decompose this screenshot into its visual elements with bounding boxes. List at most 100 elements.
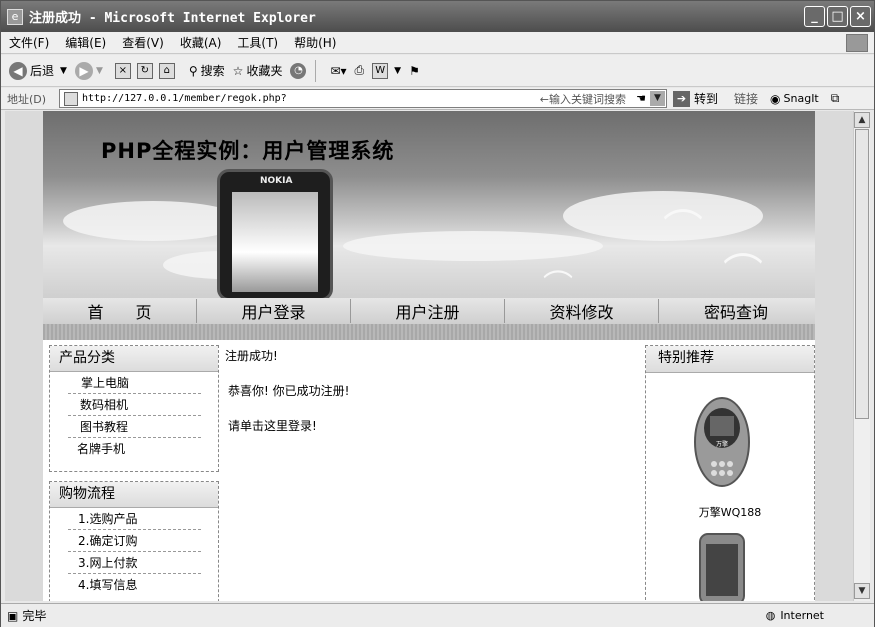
forward-arrow-icon: ▶ bbox=[74, 61, 93, 80]
login-prompt: 请单击这里登录! bbox=[228, 417, 645, 434]
nav-home[interactable]: 首 页 bbox=[43, 299, 197, 323]
nav-edit-profile[interactable]: 资料修改 bbox=[505, 299, 659, 323]
page-viewport: PHP全程实例：用户管理系统 NOKIA ⌒ ⌒ ⌒ 首 页 用户登录 用户注册… bbox=[5, 111, 853, 601]
nav-login[interactable]: 用户登录 bbox=[197, 299, 351, 323]
zone-label: Internet bbox=[780, 609, 824, 622]
register-success-heading: 注册成功! bbox=[225, 349, 278, 363]
site-title: PHP全程实例：用户管理系统 bbox=[101, 139, 395, 163]
close-button[interactable]: × bbox=[850, 6, 871, 27]
menu-file[interactable]: 文件(F) bbox=[1, 34, 57, 51]
category-item-camera[interactable]: 数码相机 bbox=[68, 394, 201, 416]
history-icon: ◔ bbox=[290, 62, 307, 79]
main-nav: 首 页 用户登录 用户注册 资料修改 密码查询 bbox=[43, 298, 815, 324]
forward-dropdown-icon[interactable]: ▼ bbox=[96, 66, 103, 76]
history-button[interactable]: ◔ bbox=[290, 62, 309, 79]
snagit-window-icon[interactable]: ⧉ bbox=[831, 91, 840, 106]
scroll-up-icon[interactable]: ▲ bbox=[854, 112, 870, 128]
shopping-flow-title: 购物流程 bbox=[50, 482, 218, 508]
page-done-icon: ▣ bbox=[7, 608, 19, 623]
flow-step-2[interactable]: 2.确定订购 bbox=[68, 530, 201, 552]
snagit-button[interactable]: SnagIt bbox=[784, 92, 819, 105]
refresh-icon[interactable]: ↻ bbox=[136, 62, 153, 79]
go-arrow-icon[interactable]: ➔ bbox=[673, 90, 690, 107]
keyword-search-hint: ←输入关键词搜索 bbox=[539, 92, 626, 106]
phone-brand: NOKIA bbox=[260, 176, 293, 186]
address-dropdown-icon[interactable]: ▼ bbox=[650, 91, 665, 106]
category-item-phones[interactable]: 名牌手机 bbox=[68, 438, 201, 460]
nav-register[interactable]: 用户注册 bbox=[351, 299, 505, 323]
recommend-panel: 特别推荐 万擎 万擎WQ188 bbox=[645, 345, 815, 601]
globe-icon: ◍ bbox=[765, 609, 776, 622]
category-panel: 产品分类 掌上电脑 数码相机 图书教程 名牌手机 bbox=[49, 345, 219, 472]
stop-icon[interactable]: × bbox=[114, 62, 131, 79]
maximize-button[interactable]: □ bbox=[827, 6, 848, 27]
scroll-down-icon[interactable]: ▼ bbox=[854, 583, 870, 599]
phone-screen bbox=[232, 192, 318, 292]
edit-button[interactable]: W ▼ bbox=[372, 62, 401, 79]
favorites-label: 收藏夹 bbox=[246, 64, 283, 78]
category-panel-title: 产品分类 bbox=[50, 346, 218, 372]
print-icon: ⎙ bbox=[354, 63, 365, 77]
address-url[interactable]: http://127.0.0.1/member/regok.php? bbox=[82, 93, 287, 104]
edit-dropdown-icon[interactable]: ▼ bbox=[394, 66, 401, 76]
main-content: 注册成功! 恭喜你! 你已成功注册! 请单击这里登录! bbox=[225, 347, 645, 452]
status-text: 完毕 bbox=[22, 609, 47, 623]
back-button[interactable]: ◀ 后退 ▼ bbox=[9, 61, 67, 80]
menu-view[interactable]: 查看(V) bbox=[114, 34, 172, 51]
star-icon: ☆ bbox=[232, 63, 244, 78]
back-arrow-icon: ◀ bbox=[9, 61, 27, 80]
mail-button[interactable]: ✉▾ bbox=[330, 64, 346, 78]
register-success-message: 恭喜你! 你已成功注册! bbox=[228, 384, 350, 398]
go-button[interactable]: 转到 bbox=[694, 90, 718, 107]
category-item-pda[interactable]: 掌上电脑 bbox=[68, 372, 201, 394]
nav-password-lookup[interactable]: 密码查询 bbox=[659, 299, 813, 323]
login-prompt-prefix: 请单击 bbox=[228, 419, 265, 433]
address-input[interactable]: http://127.0.0.1/member/regok.php? ←输入关键… bbox=[59, 89, 667, 108]
seagull-icon: ⌒ bbox=[723, 251, 763, 297]
security-zone: ◍ Internet bbox=[766, 609, 824, 622]
windows-logo-icon bbox=[846, 34, 868, 52]
print-button[interactable]: ⎙ bbox=[355, 63, 365, 78]
messenger-button[interactable]: ⚑ bbox=[409, 64, 420, 78]
menu-favorites[interactable]: 收藏(A) bbox=[172, 34, 230, 51]
vertical-scrollbar[interactable]: ▲ ▼ bbox=[853, 111, 870, 601]
product-name[interactable]: 万擎WQ188 bbox=[646, 504, 814, 520]
cloud-shape bbox=[63, 201, 243, 241]
search-button[interactable]: ⚲ 搜索 bbox=[189, 62, 225, 79]
address-bar: 地址(D) http://127.0.0.1/member/regok.php?… bbox=[1, 88, 874, 110]
menu-help[interactable]: 帮助(H) bbox=[286, 34, 344, 51]
window-title: 注册成功 - Microsoft Internet Explorer bbox=[29, 11, 316, 26]
second-product-image[interactable] bbox=[698, 532, 746, 601]
flow-step-3[interactable]: 3.网上付款 bbox=[68, 552, 201, 574]
login-here-link[interactable]: 这里 bbox=[264, 419, 288, 433]
word-icon: W bbox=[372, 62, 389, 79]
snagit-icon: ◉ bbox=[770, 91, 781, 106]
status-bar: ▣ 完毕 ◍ Internet bbox=[1, 603, 874, 627]
phone-product-image[interactable]: 万擎 bbox=[693, 396, 751, 488]
favorites-button[interactable]: ☆ 收藏夹 bbox=[233, 62, 283, 79]
menu-edit[interactable]: 编辑(E) bbox=[57, 34, 114, 51]
back-label: 后退 bbox=[30, 64, 55, 78]
search-label: 搜索 bbox=[200, 64, 225, 78]
toolbar-separator bbox=[315, 59, 317, 82]
flow-step-1[interactable]: 1.选购产品 bbox=[68, 508, 201, 530]
seagull-icon: ⌒ bbox=[663, 207, 703, 253]
back-dropdown-icon[interactable]: ▼ bbox=[60, 66, 67, 76]
recommend-panel-title: 特别推荐 bbox=[646, 346, 814, 373]
title-bar: e 注册成功 - Microsoft Internet Explorer _ □… bbox=[1, 1, 874, 32]
scroll-thumb[interactable] bbox=[855, 129, 869, 419]
phone-image: NOKIA bbox=[217, 169, 333, 298]
menu-tools[interactable]: 工具(T) bbox=[229, 34, 286, 51]
browser-window: e 注册成功 - Microsoft Internet Explorer _ □… bbox=[0, 0, 875, 627]
page-body: PHP全程实例：用户管理系统 NOKIA ⌒ ⌒ ⌒ 首 页 用户登录 用户注册… bbox=[43, 111, 815, 601]
menu-bar: 文件(F) 编辑(E) 查看(V) 收藏(A) 工具(T) 帮助(H) bbox=[1, 32, 874, 54]
minimize-button[interactable]: _ bbox=[804, 6, 825, 27]
site-banner: PHP全程实例：用户管理系统 NOKIA ⌒ ⌒ ⌒ bbox=[43, 111, 815, 298]
flow-step-4[interactable]: 4.填写信息 bbox=[68, 574, 201, 596]
category-item-books[interactable]: 图书教程 bbox=[68, 416, 201, 438]
banner-stripe bbox=[43, 324, 815, 340]
search-hand-icon[interactable]: ☚ bbox=[636, 92, 646, 105]
forward-button[interactable]: ▶ ▼ bbox=[74, 61, 103, 80]
links-label[interactable]: 链接 bbox=[734, 90, 758, 107]
home-icon[interactable]: ⌂ bbox=[158, 62, 175, 79]
